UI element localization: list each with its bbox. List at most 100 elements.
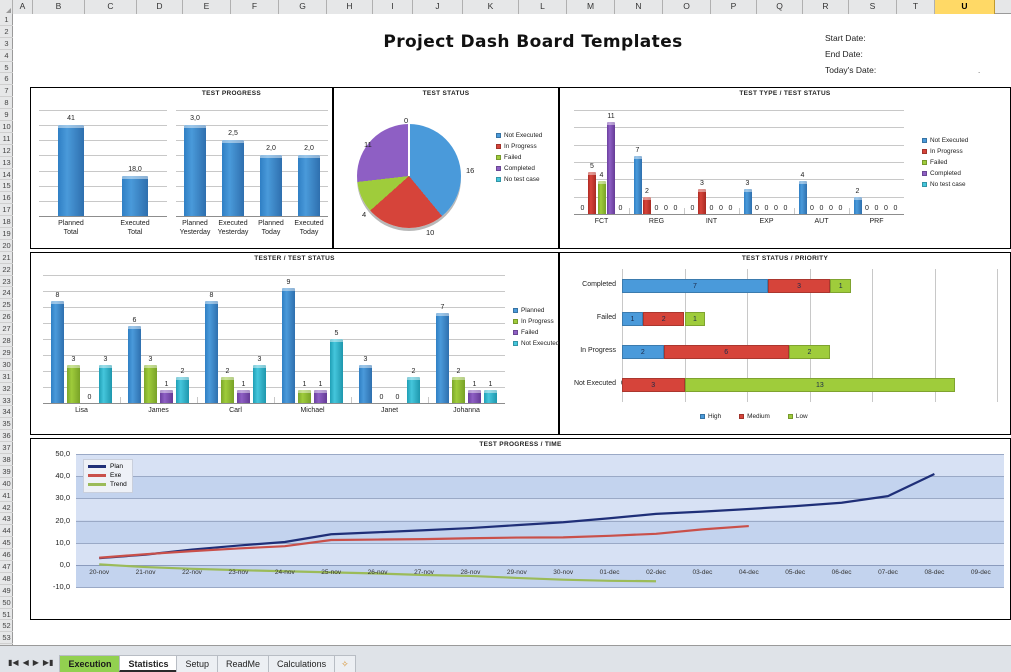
row-header-33[interactable]: 33 [0, 395, 13, 407]
worksheet-grid[interactable]: Project Dash Board Templates Start Date:… [13, 14, 1011, 645]
row-header-35[interactable]: 35 [0, 418, 13, 430]
column-header-M[interactable]: M [567, 0, 615, 14]
bar-planned-yesterday[interactable] [184, 125, 206, 216]
row-header-2[interactable]: 2 [0, 26, 13, 38]
row-header-13[interactable]: 13 [0, 157, 13, 169]
bar-not-executed[interactable] [407, 377, 420, 403]
bar-not-executed[interactable] [634, 156, 642, 214]
bar-not-executed[interactable] [99, 365, 112, 403]
segment-medium[interactable]: 2 [643, 312, 685, 326]
segment-high[interactable]: 1 [622, 312, 643, 326]
bar-in-progress[interactable] [298, 390, 311, 403]
row-header-48[interactable]: 48 [0, 573, 13, 585]
bar-failed[interactable] [468, 390, 481, 403]
column-header-F[interactable]: F [231, 0, 279, 14]
legend-item[interactable]: No test case [496, 176, 542, 183]
legend-item[interactable]: Completed [922, 170, 968, 177]
bar-planned-today[interactable] [260, 155, 282, 216]
row-header-22[interactable]: 22 [0, 264, 13, 276]
sheet-tab-setup[interactable]: Setup [176, 655, 218, 672]
column-header-D[interactable]: D [137, 0, 183, 14]
legend-item[interactable]: Failed [496, 154, 542, 161]
sheet-nav-buttons[interactable]: ▮◀ ◀ ▶ ▶▮ [2, 654, 59, 672]
row-header-28[interactable]: 28 [0, 335, 13, 347]
row-header-30[interactable]: 30 [0, 359, 13, 371]
legend-item[interactable]: Failed [922, 159, 968, 166]
row-header-7[interactable]: 7 [0, 85, 13, 97]
legend-item[interactable]: Failed [513, 329, 559, 336]
column-header-B[interactable]: B [33, 0, 85, 14]
column-header-J[interactable]: J [413, 0, 463, 14]
row-header-51[interactable]: 51 [0, 609, 13, 621]
last-sheet-icon[interactable]: ▶▮ [43, 659, 54, 667]
row-header-25[interactable]: 25 [0, 299, 13, 311]
bar-not-executed[interactable] [176, 377, 189, 403]
row-header-11[interactable]: 11 [0, 133, 13, 145]
legend-item[interactable]: Planned [513, 307, 559, 314]
legend-item[interactable]: Completed [496, 165, 542, 172]
column-header-O[interactable]: O [663, 0, 711, 14]
row-header-52[interactable]: 52 [0, 620, 13, 632]
chart-test-type-status[interactable]: 054110FCT72000REG03000INT30000EXP40000AU… [574, 102, 904, 230]
row-header-19[interactable]: 19 [0, 228, 13, 240]
row-header-23[interactable]: 23 [0, 276, 13, 288]
sheet-tab-execution[interactable]: Execution [59, 655, 120, 672]
segment-medium[interactable]: 3 [622, 378, 685, 392]
prev-sheet-icon[interactable]: ◀ [23, 659, 29, 667]
next-sheet-icon[interactable]: ▶ [33, 659, 39, 667]
column-header-C[interactable]: C [85, 0, 137, 14]
column-header-S[interactable]: S [849, 0, 897, 14]
chart-test-progress-time[interactable] [76, 454, 1004, 587]
sheet-tab-statistics[interactable]: Statistics [119, 655, 177, 672]
segment-medium[interactable]: 6 [664, 345, 789, 359]
column-header-A[interactable]: A [13, 0, 33, 14]
row-header-41[interactable]: 41 [0, 490, 13, 502]
column-header-G[interactable]: G [279, 0, 327, 14]
row-header-8[interactable]: 8 [0, 97, 13, 109]
row-header-20[interactable]: 20 [0, 240, 13, 252]
row-header-53[interactable]: 53 [0, 632, 13, 644]
legend-item[interactable]: Trend [88, 481, 127, 488]
select-all-corner[interactable] [0, 0, 13, 14]
row-header-32[interactable]: 32 [0, 383, 13, 395]
column-header-K[interactable]: K [463, 0, 519, 14]
row-header-36[interactable]: 36 [0, 430, 13, 442]
row-header-21[interactable]: 21 [0, 252, 13, 264]
legend-item[interactable]: Not Executed [922, 137, 968, 144]
row-header-27[interactable]: 27 [0, 323, 13, 335]
row-header-38[interactable]: 38 [0, 454, 13, 466]
column-header-P[interactable]: P [711, 0, 757, 14]
row-header-15[interactable]: 15 [0, 180, 13, 192]
segment-high[interactable]: 2 [622, 345, 664, 359]
column-header-E[interactable]: E [183, 0, 231, 14]
bar-planned[interactable] [205, 301, 218, 403]
bar-planned[interactable] [128, 326, 141, 403]
row-header-12[interactable]: 12 [0, 145, 13, 157]
column-header-R[interactable]: R [803, 0, 849, 14]
bar-not-executed[interactable] [253, 365, 266, 403]
legend-tester-test-status[interactable]: PlannedIn ProgressFailedNot Executed [513, 307, 559, 351]
sheet-tab-calculations[interactable]: Calculations [268, 655, 335, 672]
legend-test-progress-time[interactable]: PlanExeTrend [83, 459, 133, 493]
row-header-17[interactable]: 17 [0, 204, 13, 216]
legend-item[interactable]: In Progress [496, 143, 542, 150]
column-header-L[interactable]: L [519, 0, 567, 14]
column-header-N[interactable]: N [615, 0, 663, 14]
row-header-49[interactable]: 49 [0, 585, 13, 597]
bar-planned-total[interactable] [58, 125, 84, 216]
column-header-T[interactable]: T [897, 0, 935, 14]
legend-test-type-status[interactable]: Not ExecutedIn ProgressFailedCompletedNo… [922, 137, 968, 192]
bar-planned[interactable] [51, 301, 64, 403]
row-header-10[interactable]: 10 [0, 121, 13, 133]
chart-tester-test-status[interactable]: 8303Lisa6312James8213Carl9115Michael3002… [43, 267, 505, 419]
row-header-50[interactable]: 50 [0, 597, 13, 609]
legend-item[interactable]: No test case [922, 181, 968, 188]
legend-item[interactable]: Plan [88, 463, 127, 470]
row-header-40[interactable]: 40 [0, 478, 13, 490]
column-header-U[interactable]: U [935, 0, 995, 14]
sheet-tab-readme[interactable]: ReadMe [217, 655, 269, 672]
chart-test-progress-totals[interactable]: 41PlannedTotal18,0ExecutedTotal [39, 100, 167, 242]
chart-test-status-priority[interactable]: Completed731Failed121In Progress262Not E… [622, 269, 997, 402]
segment-low[interactable]: 13 [685, 378, 956, 392]
bar-failed[interactable] [598, 181, 606, 214]
